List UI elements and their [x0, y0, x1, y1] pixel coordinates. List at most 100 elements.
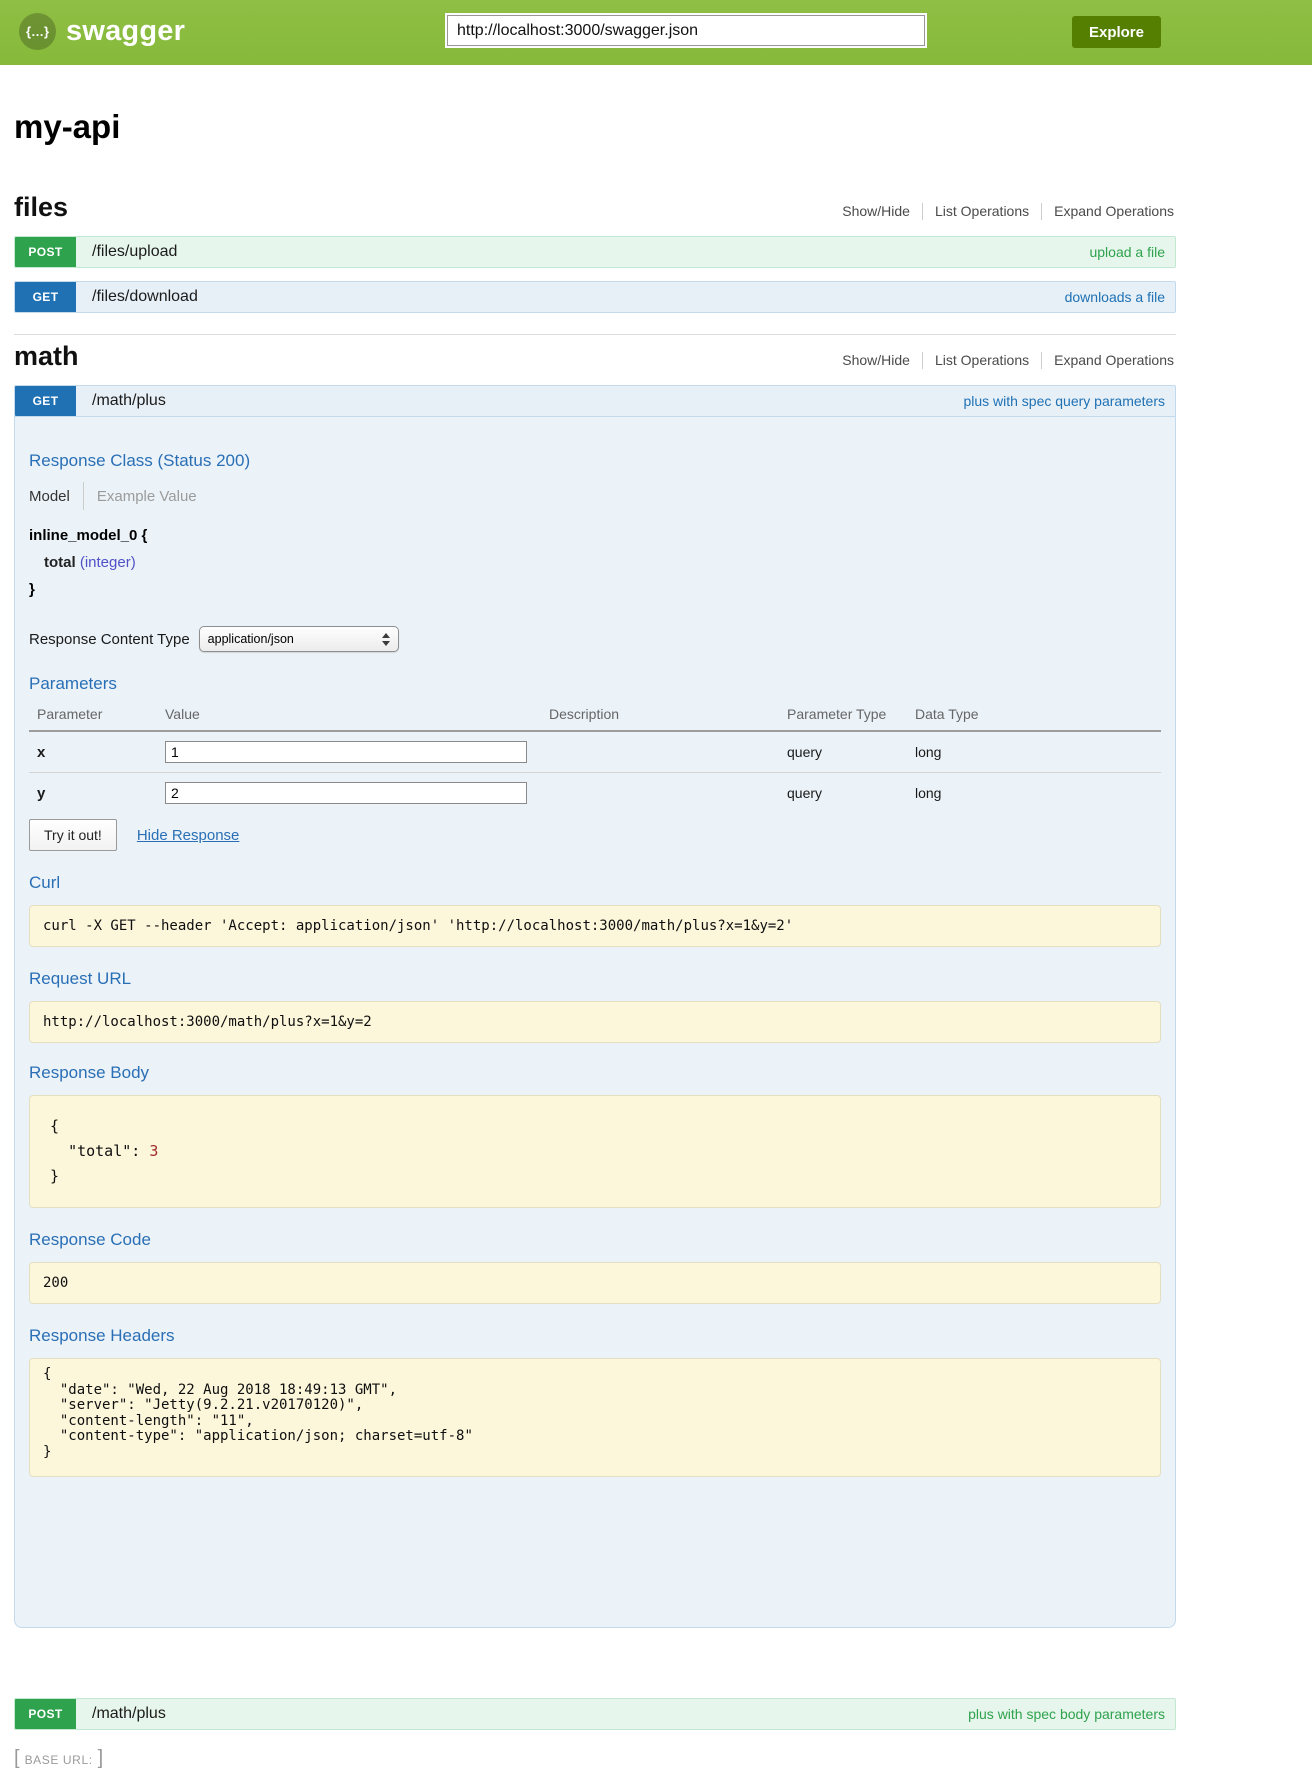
parameter-type: query	[779, 773, 907, 814]
http-method-badge: POST	[15, 1699, 76, 1729]
section-files-header: files Show/Hide List Operations Expand O…	[14, 192, 1176, 223]
parameters-heading: Parameters	[29, 674, 1161, 694]
parameter-description	[541, 731, 779, 773]
operation-summary-link[interactable]: plus with spec query parameters	[963, 386, 1165, 416]
tab-model[interactable]: Model	[29, 488, 70, 505]
request-url-heading: Request URL	[29, 969, 1161, 989]
signature-tabs: Model Example Value	[29, 481, 1161, 511]
operation-path-link[interactable]: /files/download	[92, 282, 198, 312]
parameter-type: query	[779, 731, 907, 773]
swagger-logo-icon: {…}	[19, 13, 56, 50]
parameter-description	[541, 773, 779, 814]
brand-name: swagger	[66, 15, 185, 48]
parameter-name: y	[29, 773, 157, 814]
main-content: my-api files Show/Hide List Operations E…	[14, 108, 1176, 1770]
response-code-block: 200	[29, 1262, 1161, 1304]
response-headers-block: { "date": "Wed, 22 Aug 2018 18:49:13 GMT…	[29, 1358, 1161, 1477]
column-header-description: Description	[541, 698, 779, 731]
list-operations-link[interactable]: List Operations	[923, 352, 1041, 368]
property-name: total	[44, 554, 76, 571]
operation-path-link[interactable]: /math/plus	[92, 386, 166, 416]
column-header-parameter: Parameter	[29, 698, 157, 731]
parameter-data-type: long	[907, 773, 1161, 814]
json-text: { "total":	[50, 1117, 149, 1160]
selected-option: application/json	[208, 632, 294, 646]
operation-summary-link[interactable]: plus with spec body parameters	[968, 1699, 1165, 1729]
operation-path-link[interactable]: /math/plus	[92, 1699, 166, 1729]
list-operations-link[interactable]: List Operations	[923, 203, 1041, 219]
column-header-data-type: Data Type	[907, 698, 1161, 731]
bracket-close: ]	[98, 1747, 104, 1770]
section-math-header: math Show/Hide List Operations Expand Op…	[14, 341, 1176, 372]
section-title-files: files	[14, 192, 68, 223]
http-method-badge: POST	[15, 237, 76, 267]
swagger-brand-link[interactable]: {…} swagger	[19, 13, 185, 50]
operation-summary-link[interactable]: upload a file	[1089, 237, 1165, 267]
tab-example-value[interactable]: Example Value	[97, 488, 197, 505]
operation-summary-link[interactable]: downloads a file	[1065, 282, 1165, 312]
json-text: }	[50, 1167, 59, 1185]
spec-url-input[interactable]	[447, 15, 925, 46]
try-it-out-button[interactable]: Try it out!	[29, 819, 117, 851]
separator	[83, 482, 84, 510]
http-method-badge: GET	[15, 282, 76, 312]
operation-row-post-files-upload[interactable]: POST /files/upload upload a file	[14, 236, 1176, 268]
response-headers-heading: Response Headers	[29, 1326, 1161, 1346]
stepper-arrows-icon	[382, 633, 390, 646]
response-class-heading: Response Class (Status 200)	[29, 451, 1161, 471]
response-code-value: 200	[43, 1275, 1147, 1291]
request-url-block: http://localhost:3000/math/plus?x=1&y=2	[29, 1001, 1161, 1043]
response-code-heading: Response Code	[29, 1230, 1161, 1250]
section-math: math Show/Hide List Operations Expand Op…	[14, 341, 1176, 1730]
parameter-name: x	[29, 731, 157, 773]
bracket-open: [	[14, 1747, 20, 1770]
page-title: my-api	[14, 108, 1176, 146]
hide-response-link[interactable]: Hide Response	[137, 827, 240, 844]
section-files: files Show/Hide List Operations Expand O…	[14, 192, 1176, 313]
column-header-parameter-type: Parameter Type	[779, 698, 907, 731]
response-content-type-row: Response Content Type application/json	[29, 626, 1161, 652]
expand-operations-link[interactable]: Expand Operations	[1042, 352, 1176, 368]
operation-get-math-plus: GET /math/plus plus with spec query para…	[14, 385, 1176, 1628]
response-body-json: { "total": 3 }	[50, 1114, 1147, 1189]
section-divider	[14, 334, 1176, 335]
response-body-block: { "total": 3 }	[29, 1095, 1161, 1208]
operation-row-get-files-download[interactable]: GET /files/download downloads a file	[14, 281, 1176, 313]
section-controls: Show/Hide List Operations Expand Operati…	[830, 203, 1176, 220]
parameter-y-input[interactable]	[165, 782, 527, 804]
model-signature: inline_model_0 { total (integer) }	[29, 527, 1161, 598]
base-url-label: BASE URL:	[25, 1751, 93, 1767]
parameter-row-x: x query long	[29, 731, 1161, 773]
column-header-value: Value	[157, 698, 541, 731]
request-url-value: http://localhost:3000/math/plus?x=1&y=2	[43, 1014, 1147, 1030]
parameters-header-row: Parameter Value Description Parameter Ty…	[29, 698, 1161, 731]
show-hide-link[interactable]: Show/Hide	[830, 203, 922, 219]
show-hide-link[interactable]: Show/Hide	[830, 352, 922, 368]
curl-heading: Curl	[29, 873, 1161, 893]
expand-operations-link[interactable]: Expand Operations	[1042, 203, 1176, 219]
parameter-row-y: y query long	[29, 773, 1161, 814]
json-number-value: 3	[149, 1142, 158, 1160]
top-bar: {…} swagger Explore	[0, 0, 1312, 65]
curl-command: curl -X GET --header 'Accept: applicatio…	[43, 918, 1147, 934]
parameters-table: Parameter Value Description Parameter Ty…	[29, 698, 1161, 813]
response-content-type-label: Response Content Type	[29, 631, 190, 648]
section-title-math: math	[14, 341, 79, 372]
parameter-data-type: long	[907, 731, 1161, 773]
operation-path-link[interactable]: /files/upload	[92, 237, 177, 267]
base-url-footer: [ BASE URL: ]	[14, 1747, 1176, 1770]
section-controls: Show/Hide List Operations Expand Operati…	[830, 352, 1176, 369]
http-method-badge: GET	[15, 386, 76, 416]
explore-button[interactable]: Explore	[1072, 16, 1161, 48]
try-it-out-row: Try it out! Hide Response	[29, 819, 1161, 851]
model-close-line: }	[29, 581, 1161, 598]
model-open-line: inline_model_0 {	[29, 527, 1161, 544]
operation-row-post-math-plus[interactable]: POST /math/plus plus with spec body para…	[14, 1698, 1176, 1730]
parameter-x-input[interactable]	[165, 741, 527, 763]
response-content-type-select[interactable]: application/json	[199, 626, 399, 652]
curl-command-block: curl -X GET --header 'Accept: applicatio…	[29, 905, 1161, 947]
response-headers-json: { "date": "Wed, 22 Aug 2018 18:49:13 GMT…	[43, 1367, 1147, 1460]
model-property-line: total (integer)	[29, 554, 1161, 571]
operation-row-get-math-plus[interactable]: GET /math/plus plus with spec query para…	[14, 385, 1176, 417]
operation-detail-panel: Response Class (Status 200) Model Exampl…	[14, 417, 1176, 1628]
